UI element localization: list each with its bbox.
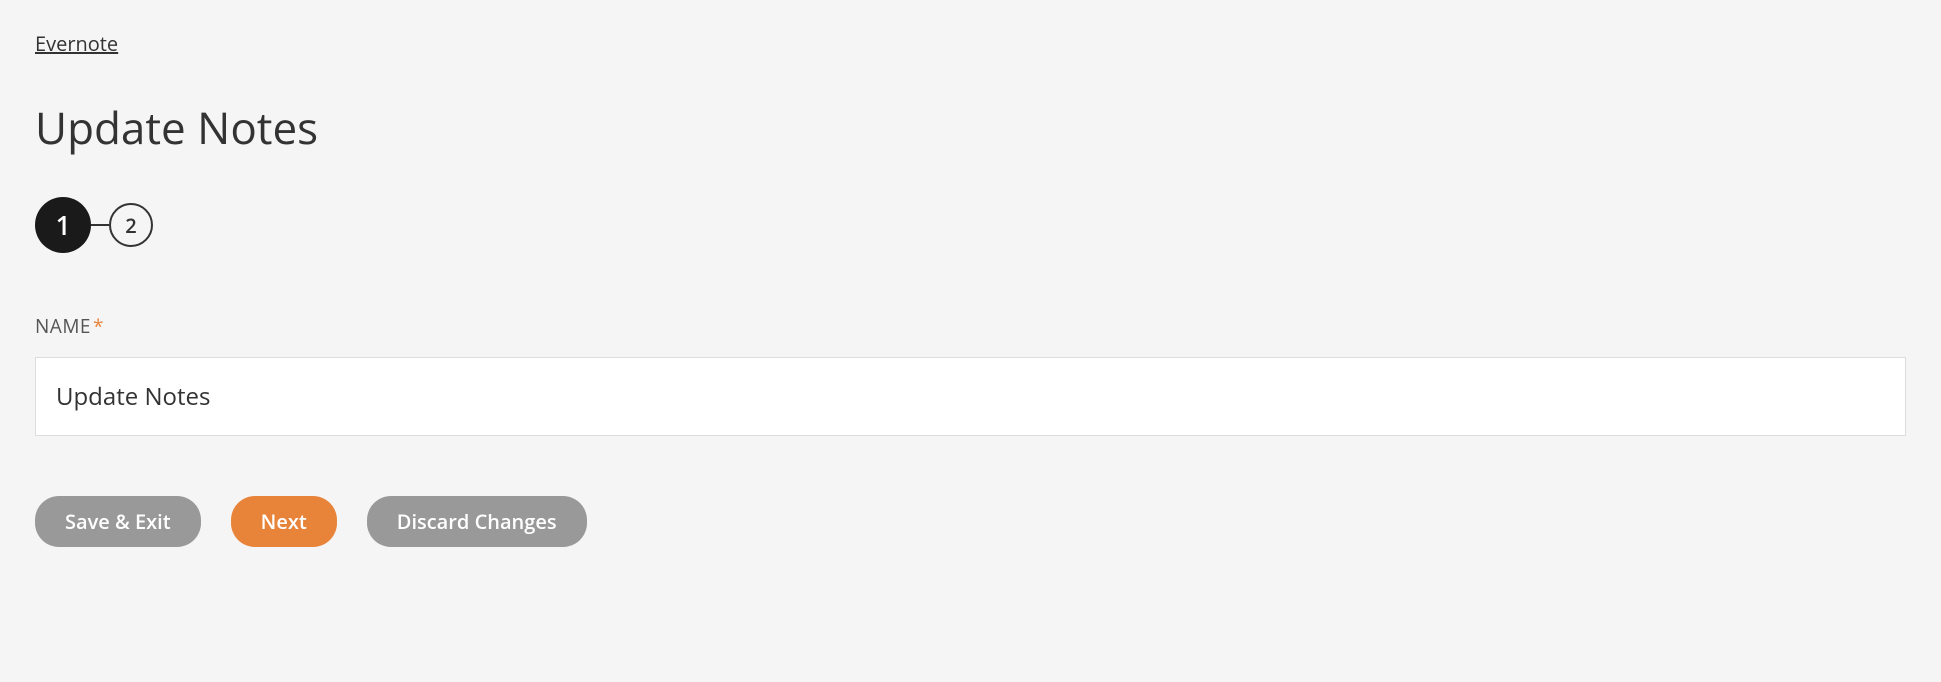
button-row: Save & Exit Next Discard Changes xyxy=(35,496,1906,547)
save-exit-button[interactable]: Save & Exit xyxy=(35,496,201,547)
step-1[interactable]: 1 xyxy=(35,197,91,253)
name-label-text: NAME xyxy=(35,313,91,339)
name-label: NAME* xyxy=(35,313,1906,339)
step-connector xyxy=(91,224,109,226)
next-button[interactable]: Next xyxy=(231,496,337,547)
required-indicator: * xyxy=(93,313,104,339)
stepper: 1 2 xyxy=(35,197,1906,253)
form-field-name: NAME* xyxy=(35,313,1906,436)
step-2[interactable]: 2 xyxy=(109,203,153,247)
discard-changes-button[interactable]: Discard Changes xyxy=(367,496,587,547)
page-title: Update Notes xyxy=(35,97,1906,157)
name-input[interactable] xyxy=(35,357,1906,436)
breadcrumb: Evernote xyxy=(35,30,1906,57)
breadcrumb-link-evernote[interactable]: Evernote xyxy=(35,30,118,57)
